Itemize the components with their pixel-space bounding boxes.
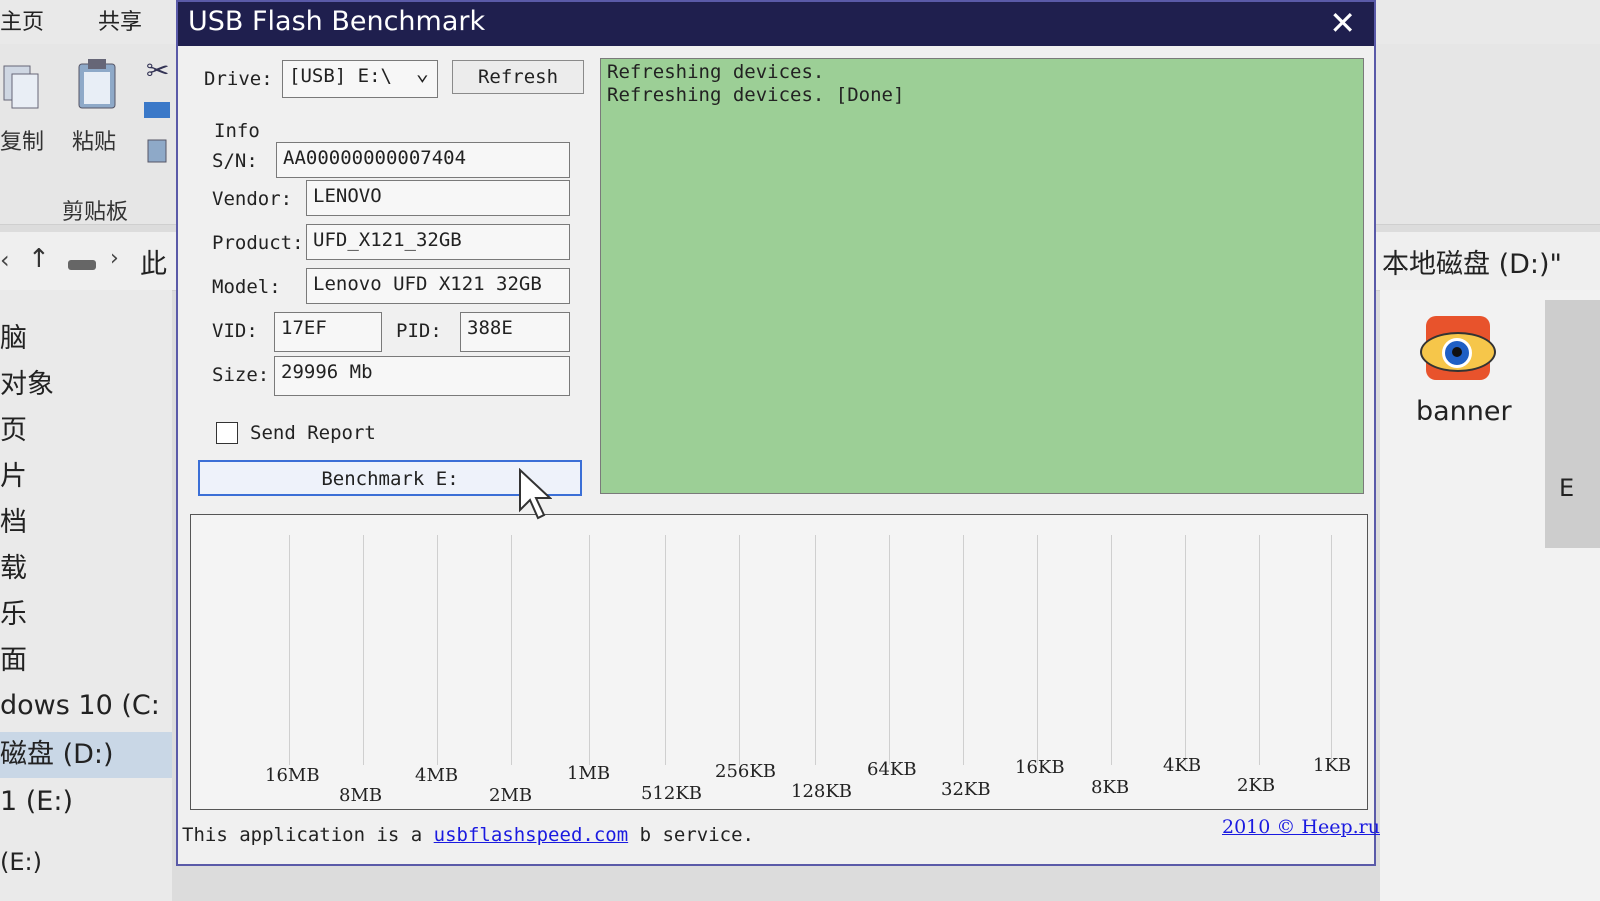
copyright-link[interactable]: 2010 © Heep.ru — [1222, 816, 1380, 838]
send-report-checkbox[interactable] — [216, 422, 238, 444]
product-field[interactable]: UFD_X121_32GB — [306, 224, 570, 260]
nav-item-drive-d[interactable]: 磁盘 (D:) — [0, 732, 172, 778]
breadcrumb-chevron-icon: › — [110, 246, 119, 271]
nav-item-pictures[interactable]: 片 — [0, 454, 27, 493]
chart-gridline — [1259, 535, 1260, 765]
drive-select[interactable]: [USB] E:\ ⌄ — [282, 60, 438, 98]
paste-icon[interactable] — [76, 56, 118, 112]
nav-item-desktop[interactable]: 面 — [0, 638, 27, 677]
chart-tick-2kb: 2KB — [1237, 775, 1276, 796]
chart-tick-16mb: 16MB — [265, 765, 320, 786]
chart-tick-16kb: 16KB — [1015, 757, 1065, 778]
nav-item-drive-e[interactable]: 1 (E:) — [0, 786, 73, 817]
chart-tick-256kb: 256KB — [715, 761, 777, 782]
nav-item-documents[interactable]: 档 — [0, 500, 27, 539]
cut-icon[interactable]: ✂ — [146, 54, 169, 87]
chart-tick-32kb: 32KB — [941, 779, 991, 800]
footer-text: This application is a usbflashspeed.com … — [182, 824, 754, 846]
back-chevron-icon[interactable]: ‹ — [0, 246, 10, 274]
clipboard-group-label: 剪贴板 — [62, 200, 129, 225]
chart-gridline — [665, 535, 666, 765]
vendor-field[interactable]: LENOVO — [306, 180, 570, 216]
chart-tick-1mb: 1MB — [567, 763, 611, 784]
chart-gridline — [815, 535, 816, 765]
pid-label: PID: — [396, 320, 442, 342]
sn-field[interactable]: AA00000000007404 — [276, 142, 570, 178]
nav-item-drive-e-2[interactable]: (E:) — [0, 848, 42, 876]
copy-label[interactable]: 复制 — [0, 124, 44, 156]
chart-gridline — [363, 535, 364, 765]
model-label: Model: — [212, 276, 281, 298]
chart-gridline — [1037, 535, 1038, 765]
copy-path-icon[interactable] — [144, 102, 170, 118]
size-field[interactable]: 29996 Mb — [274, 356, 570, 396]
chart-tick-8mb: 8MB — [339, 785, 383, 806]
chart-tick-8kb: 8KB — [1091, 777, 1130, 798]
paste-label[interactable]: 粘贴 — [72, 124, 116, 156]
scrollbar-letter: E — [1559, 474, 1575, 502]
chart-tick-64kb: 64KB — [867, 759, 917, 780]
chart-tick-2mb: 2MB — [489, 785, 533, 806]
paste-shortcut-icon[interactable] — [146, 136, 170, 164]
send-report-label[interactable]: Send Report — [250, 422, 376, 444]
up-arrow-icon[interactable]: ↑ — [28, 244, 50, 274]
chart-tick-128kb: 128KB — [791, 781, 853, 802]
drive-label: Drive: — [204, 68, 273, 90]
log-line: Refreshing devices. — [607, 61, 825, 83]
benchmark-chart: 16MB 4MB 1MB 256KB 64KB 16KB 4KB 1KB 8MB… — [190, 514, 1368, 810]
vid-field[interactable]: 17EF — [274, 312, 382, 352]
breadcrumb[interactable]: 此 — [140, 242, 167, 281]
explorer-nav-pane: 脑 对象 页 片 档 载 乐 面 dows 10 (C: 磁盘 (D:) 1 (… — [0, 290, 172, 901]
window-titlebar[interactable]: USB Flash Benchmark ✕ — [178, 2, 1374, 46]
usbflashspeed-link[interactable]: usbflashspeed.com — [434, 824, 628, 846]
chart-tick-512kb: 512KB — [641, 783, 703, 804]
chart-gridline — [437, 535, 438, 765]
nav-item-3d-objects[interactable]: 对象 — [0, 362, 54, 401]
nav-item-pc[interactable]: 脑 — [0, 316, 27, 355]
size-label: Size: — [212, 364, 270, 386]
footer-suffix: b service. — [628, 824, 754, 846]
address-title[interactable]: 本地磁盘 (D:)" — [1382, 242, 1562, 281]
nav-item-downloads[interactable]: 载 — [0, 546, 27, 585]
chart-tick-1kb: 1KB — [1313, 755, 1352, 776]
explorer-scrollbar[interactable]: E — [1545, 300, 1600, 548]
vendor-label: Vendor: — [212, 188, 293, 210]
chart-gridline — [1111, 535, 1112, 765]
nav-item-music[interactable]: 乐 — [0, 592, 27, 631]
chart-gridline — [963, 535, 964, 765]
chart-gridline — [1185, 535, 1186, 765]
info-heading: Info — [214, 120, 260, 142]
banner-file-label[interactable]: banner — [1416, 396, 1512, 427]
product-label: Product: — [212, 232, 304, 254]
vid-label: VID: — [212, 320, 258, 342]
chart-gridline — [1331, 535, 1332, 765]
chevron-down-icon: ⌄ — [415, 61, 429, 86]
chart-gridline — [739, 535, 740, 765]
chart-tick-4mb: 4MB — [415, 765, 459, 786]
chart-gridline — [589, 535, 590, 765]
tab-home[interactable]: 主页 — [0, 4, 44, 36]
tab-share[interactable]: 共享 — [98, 4, 142, 36]
mouse-cursor-icon — [519, 468, 552, 520]
drive-icon — [68, 260, 96, 270]
drive-select-value: [USB] E:\ — [289, 65, 392, 87]
chart-gridline — [511, 535, 512, 765]
copy-icon[interactable] — [2, 60, 42, 112]
log-line: Refreshing devices. [Done] — [607, 84, 905, 106]
window-title: USB Flash Benchmark — [188, 6, 486, 37]
chart-gridline — [889, 535, 890, 765]
nav-item-drive-c[interactable]: dows 10 (C: — [0, 690, 160, 721]
close-icon[interactable]: ✕ — [1329, 4, 1356, 42]
model-field[interactable]: Lenovo UFD X121 32GB — [306, 268, 570, 304]
chart-tick-4kb: 4KB — [1163, 755, 1202, 776]
chart-gridline — [289, 535, 290, 765]
pid-field[interactable]: 388E — [460, 312, 570, 352]
banner-file-icon[interactable] — [1414, 312, 1498, 396]
usb-benchmark-window: USB Flash Benchmark ✕ Drive: [USB] E:\ ⌄… — [176, 0, 1380, 866]
footer-prefix: This application is a — [182, 824, 434, 846]
refresh-button[interactable]: Refresh — [452, 60, 584, 94]
sn-label: S/N: — [212, 150, 258, 172]
status-log: Refreshing devices. Refreshing devices. … — [600, 58, 1364, 494]
nav-item-video[interactable]: 页 — [0, 408, 27, 447]
